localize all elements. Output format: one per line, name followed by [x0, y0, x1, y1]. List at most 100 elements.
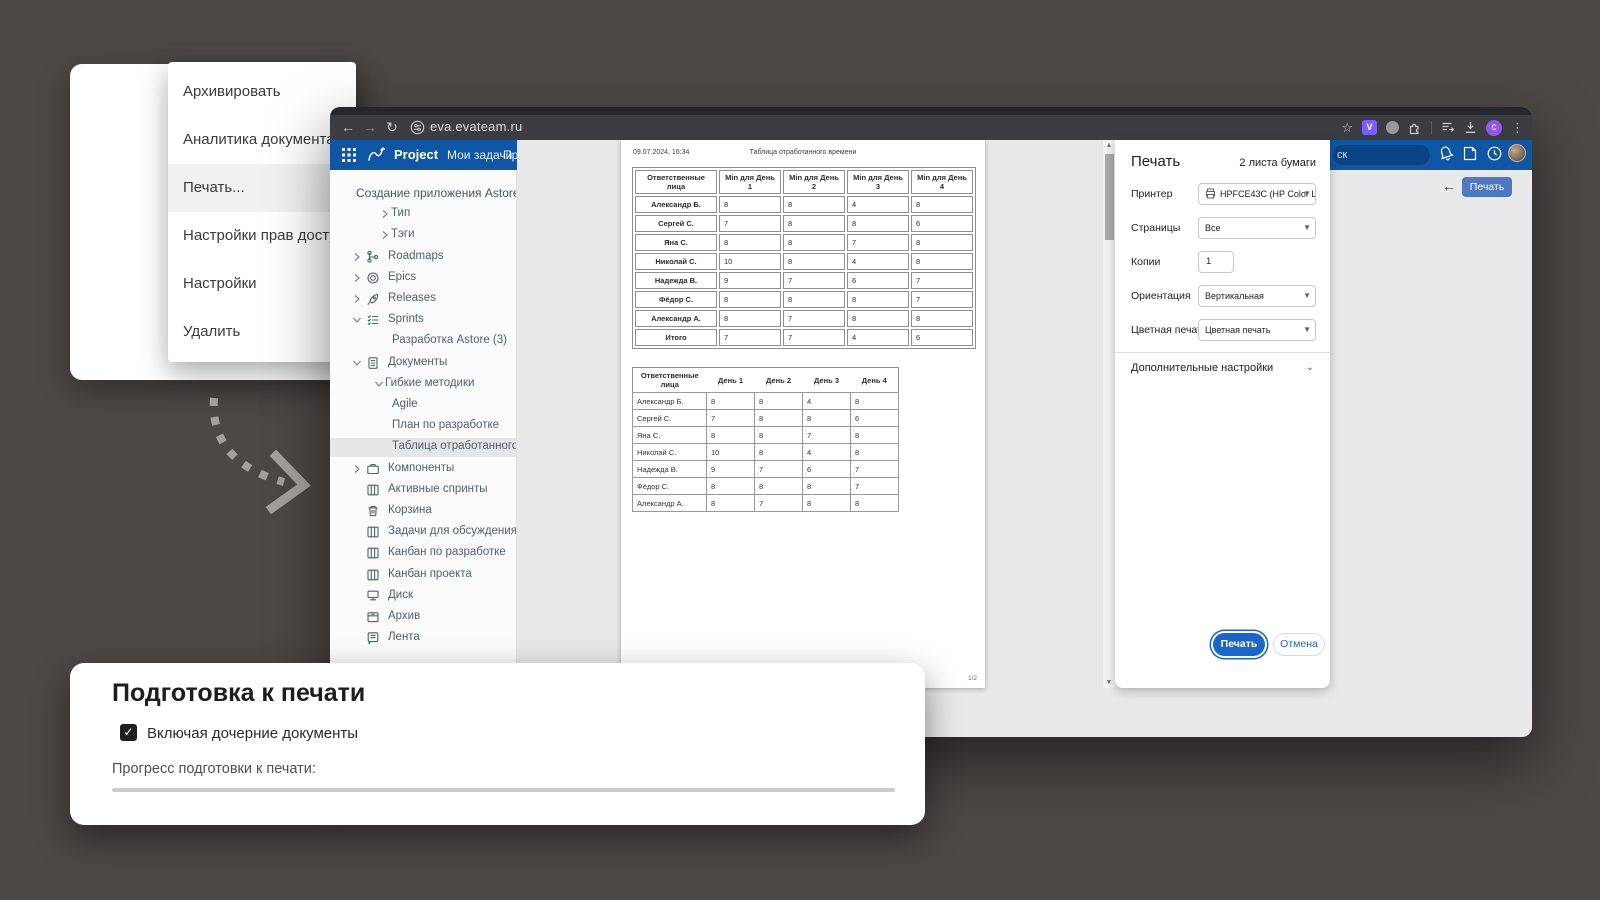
sidebar-item[interactable]: Компоненты — [330, 460, 517, 479]
cancel-button[interactable]: Отмена — [1273, 633, 1325, 656]
table-cell: 8 — [783, 234, 845, 251]
chevron-right-icon[interactable] — [352, 273, 362, 283]
sidebar-item[interactable]: Канбан проекта — [330, 566, 517, 585]
sidebar-item[interactable]: Roadmaps — [330, 248, 517, 267]
app-brand[interactable]: Project — [394, 140, 438, 170]
table-cell: 8 — [851, 427, 899, 444]
sidebar-item[interactable]: Активные спринты — [330, 481, 517, 500]
sidebar-item[interactable]: Лента — [330, 629, 517, 648]
preview-scrollbar[interactable]: ▲ ▼ — [1103, 140, 1115, 688]
menu-item[interactable]: Архивировать — [168, 68, 356, 116]
dialog-title: Подготовка к печати — [112, 679, 365, 708]
sidebar-item[interactable]: Корзина — [330, 502, 517, 521]
print-option-row: Цветная печатьЦветная печать▼ — [1115, 318, 1330, 342]
принтер-select[interactable]: HPFCE43C (HP Color La:▼ — [1198, 183, 1316, 205]
worked-time-table-2: Ответственные лицаДень 1День 2День 3День… — [632, 367, 899, 512]
sidebar-item[interactable]: Agile — [330, 396, 517, 415]
url-text[interactable]: eva.evateam.ru — [430, 115, 522, 140]
scrollbar-up-icon[interactable]: ▲ — [1103, 142, 1115, 149]
sidebar-item[interactable]: Документы — [330, 354, 517, 373]
more-settings-label[interactable]: Дополнительные настройки — [1131, 362, 1273, 374]
copies-input[interactable]: 1 — [1198, 251, 1234, 273]
sidebar-item[interactable]: Архив — [330, 608, 517, 627]
sidebar-item[interactable]: План по разработке — [330, 417, 517, 436]
sidebar-item[interactable]: Канбан по разработке — [330, 544, 517, 563]
chevron-down-icon[interactable]: ⌄ — [1306, 362, 1314, 373]
table-header-cell: Min для День 3 — [847, 170, 909, 194]
browser-menu-icon[interactable]: ⋮ — [1511, 120, 1524, 136]
panel-divider — [1115, 352, 1330, 353]
table-cell: 9 — [719, 272, 781, 289]
notes-icon[interactable] — [1462, 145, 1478, 162]
sidebar-item-label: Создание приложения Astore — [356, 186, 517, 200]
search-input[interactable]: ск — [1333, 145, 1430, 165]
scrollbar-down-icon[interactable]: ▼ — [1103, 679, 1115, 686]
caret-down-icon: ▼ — [1303, 218, 1311, 238]
chevron-down-icon[interactable] — [352, 358, 362, 368]
site-settings-icon[interactable] — [410, 120, 425, 135]
table-cell: Николай С. — [635, 253, 717, 270]
table-cell: 4 — [803, 444, 851, 461]
profile-avatar[interactable]: c — [1486, 120, 1502, 136]
chevron-down-icon[interactable] — [352, 315, 362, 325]
chevron-right-icon[interactable] — [352, 464, 362, 474]
menu-item[interactable]: Аналитика документа — [168, 116, 356, 164]
table-cell: 8 — [707, 478, 755, 495]
reload-icon[interactable]: ↻ — [382, 115, 402, 140]
apps-grid-icon[interactable] — [342, 148, 356, 162]
extension-v-icon[interactable]: V — [1362, 120, 1377, 135]
sidebar-item[interactable]: Задачи для обсуждения — [330, 523, 517, 542]
select-value: HPFCE43C (HP Color La: — [1220, 189, 1316, 199]
chevron-right-icon[interactable] — [380, 230, 390, 240]
sidebar-item[interactable]: Тэги — [330, 226, 517, 245]
forward-icon[interactable]: → — [360, 115, 380, 140]
page-print-button[interactable]: Печать — [1462, 177, 1512, 197]
sidebar-item-selected[interactable]: Таблица отработанного времен — [330, 438, 517, 457]
menu-item[interactable]: Удалить — [168, 308, 356, 356]
page-back-arrow-icon[interactable]: ← — [1442, 178, 1456, 194]
sidebar-item[interactable]: Тип — [330, 205, 517, 224]
chevron-down-icon[interactable] — [374, 379, 384, 389]
menu-item[interactable]: Настройки — [168, 260, 356, 308]
menu-item[interactable]: Настройки прав доступ — [168, 212, 356, 260]
table-cell: Александр Б. — [635, 196, 717, 213]
print-option-label: Страницы — [1131, 222, 1180, 234]
print-preview-page: 09.07.2024, 16:34 Таблица отработанного … — [621, 140, 985, 688]
ориентация-select[interactable]: Вертикальная▼ — [1198, 285, 1316, 307]
sidebar-item[interactable]: Sprints — [330, 311, 517, 330]
цветная печать-select[interactable]: Цветная печать▼ — [1198, 319, 1316, 341]
sidebar-item[interactable]: Диск — [330, 587, 517, 606]
table-cell: Сергей С. — [633, 410, 707, 427]
chevron-right-icon[interactable] — [380, 209, 390, 219]
sidebar-item[interactable]: Гибкие методики — [330, 375, 517, 394]
bookmark-star-icon[interactable]: ☆ — [1341, 120, 1353, 136]
disk-icon — [366, 589, 380, 603]
chevron-right-icon[interactable] — [352, 294, 362, 304]
download-icon[interactable] — [1464, 121, 1477, 134]
reading-list-icon[interactable] — [1441, 121, 1455, 134]
extension-globe-icon[interactable] — [1386, 121, 1399, 134]
sidebar-item[interactable]: Releases — [330, 290, 517, 309]
table-cell: 7 — [851, 478, 899, 495]
user-avatar[interactable] — [1508, 144, 1526, 162]
roadmap-icon — [366, 250, 380, 264]
table-cell: Итого — [635, 329, 717, 346]
history-clock-icon[interactable] — [1486, 145, 1503, 162]
table-header-cell: День 1 — [707, 368, 755, 393]
страницы-select[interactable]: Все▼ — [1198, 217, 1316, 239]
table-cell: 8 — [847, 310, 909, 327]
sidebar-item[interactable]: Разработка Astore (3) — [330, 332, 517, 351]
sidebar-item[interactable]: Epics — [330, 269, 517, 288]
board-icon — [366, 546, 380, 560]
extensions-puzzle-icon[interactable] — [1408, 121, 1422, 135]
preview-doc-title: Таблица отработанного времени — [621, 149, 985, 156]
print-button[interactable]: Печать — [1213, 633, 1265, 656]
preview-page-indicator: 1/2 — [968, 675, 977, 682]
notifications-bell-icon[interactable] — [1438, 145, 1454, 162]
scrollbar-thumb[interactable] — [1105, 154, 1114, 240]
table-cell: 8 — [847, 215, 909, 232]
include-children-checkbox[interactable]: ✓ — [120, 724, 137, 741]
back-icon[interactable]: ← — [338, 115, 358, 140]
menu-item[interactable]: Печать... — [168, 164, 356, 212]
chevron-right-icon[interactable] — [352, 252, 362, 262]
